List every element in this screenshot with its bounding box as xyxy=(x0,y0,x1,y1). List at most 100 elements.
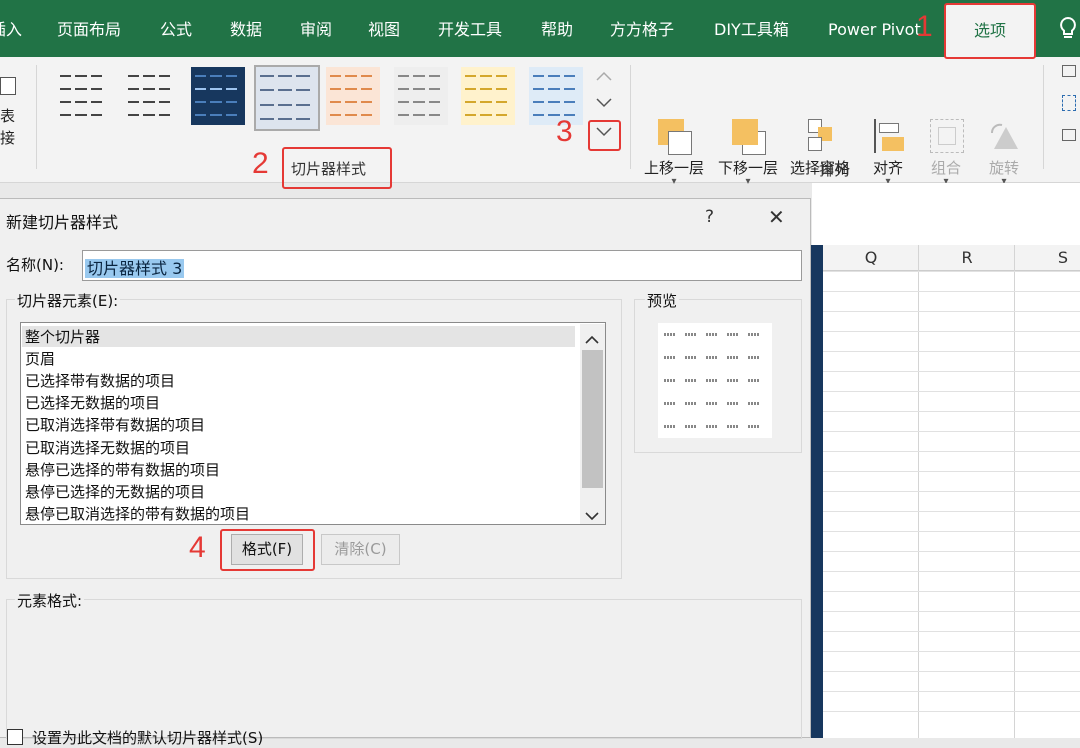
slicer-style-thumb[interactable] xyxy=(191,67,245,125)
ribbon: 表 接 3 2 切片器样式 上移一层 ▾ 下移一层 ▾ 选择窗格 对齐 ▾ 组合 ▾ xyxy=(0,57,1080,189)
thumb-line xyxy=(210,88,222,91)
preview-dash xyxy=(706,356,718,359)
lightbulb-icon[interactable] xyxy=(1058,16,1078,42)
align-button[interactable]: 对齐 ▾ xyxy=(872,119,904,187)
thumb-line xyxy=(210,114,222,117)
list-item[interactable]: 已选择带有数据的项目 xyxy=(25,370,175,391)
thumb-line xyxy=(158,75,170,77)
thumb-line xyxy=(495,88,507,91)
thumb-line xyxy=(296,75,310,77)
thumb-line xyxy=(495,101,507,104)
scroll-thumb[interactable] xyxy=(582,350,603,488)
thumb-line xyxy=(465,75,477,77)
thumb-line xyxy=(533,75,545,77)
group-button[interactable]: 组合 ▾ xyxy=(930,119,964,187)
gallery-scroll-up[interactable] xyxy=(592,63,616,90)
slicer-style-thumb[interactable] xyxy=(56,67,110,125)
tab-page-layout[interactable]: 页面布局 xyxy=(57,0,121,57)
list-item[interactable]: 悬停已选择的带有数据的项目 xyxy=(25,459,220,480)
grid-line xyxy=(823,531,1080,532)
list-item[interactable]: 已取消选择无数据的项目 xyxy=(25,437,190,458)
thumb-line xyxy=(533,101,545,104)
grid-line xyxy=(823,431,1080,432)
tab-data[interactable]: 数据 xyxy=(230,0,262,57)
ribbon-separator xyxy=(36,65,37,169)
tab-review[interactable]: 审阅 xyxy=(300,0,332,57)
align-label: 对齐 xyxy=(872,159,903,177)
thumb-line xyxy=(60,114,72,117)
thumb-line xyxy=(563,101,575,104)
preview-dash xyxy=(664,333,676,336)
thumb-line xyxy=(330,114,342,117)
list-item[interactable]: 整个切片器 xyxy=(22,326,575,347)
group-label: 组合 xyxy=(930,159,961,177)
list-item[interactable]: 悬停已取消选择的带有数据的项目 xyxy=(25,503,250,524)
thumb-line xyxy=(345,101,357,104)
tab-insert[interactable]: 插入 xyxy=(0,0,22,57)
scroll-up-icon[interactable] xyxy=(585,330,599,349)
grid-line xyxy=(823,671,1080,672)
list-item[interactable]: 已选择无数据的项目 xyxy=(25,392,160,413)
thumb-line xyxy=(75,88,87,91)
tab-view[interactable]: 视图 xyxy=(368,0,400,57)
slicer-style-gallery[interactable] xyxy=(40,57,592,137)
thumb-line xyxy=(195,101,207,104)
thumb-line xyxy=(296,118,310,121)
slicer-style-thumb[interactable] xyxy=(326,67,380,125)
annotation-number-4: 4 xyxy=(189,531,206,564)
list-scrollbar[interactable] xyxy=(580,324,605,524)
element-format-label: 元素格式: xyxy=(15,590,85,611)
column-header-q[interactable]: Q xyxy=(823,245,919,271)
tab-help[interactable]: 帮助 xyxy=(541,0,573,57)
column-header-s[interactable]: S xyxy=(1015,245,1080,271)
slicer-preview xyxy=(658,323,772,438)
gallery-scroll-down[interactable] xyxy=(592,90,616,117)
thumb-line xyxy=(60,75,72,77)
slicer-style-thumb[interactable] xyxy=(461,67,515,125)
preview-dash xyxy=(706,402,718,405)
thumb-line xyxy=(128,88,140,91)
tab-developer[interactable]: 开发工具 xyxy=(438,0,502,57)
slicer-elements-list[interactable]: 整个切片器 页眉 已选择带有数据的项目 已选择无数据的项目 已取消选择带有数据的… xyxy=(20,322,606,525)
tab-power-pivot[interactable]: Power Pivot xyxy=(828,0,921,57)
list-item[interactable]: 页眉 xyxy=(25,348,55,369)
tab-diy-toolbox[interactable]: DIY工具箱 xyxy=(714,0,789,57)
rotate-button[interactable]: 旋转 ▾ xyxy=(988,119,1020,187)
thumb-line xyxy=(90,101,102,104)
preview-label: 预览 xyxy=(645,290,680,311)
close-icon[interactable]: ✕ xyxy=(768,205,785,229)
tab-formulas[interactable]: 公式 xyxy=(160,0,192,57)
thumb-line xyxy=(480,75,492,77)
help-icon[interactable]: ? xyxy=(705,207,714,227)
grid-line xyxy=(823,271,1080,272)
grid-line xyxy=(823,371,1080,372)
tab-fangfang[interactable]: 方方格子 xyxy=(610,0,674,57)
thumb-line xyxy=(563,75,575,77)
rotate-icon xyxy=(988,119,1020,153)
style-name-input[interactable]: 切片器样式 3 xyxy=(82,250,802,281)
thumb-line xyxy=(413,88,425,91)
slicer-style-thumb[interactable] xyxy=(124,67,178,125)
list-item[interactable]: 悬停已选择的无数据的项目 xyxy=(25,481,205,502)
slicer-style-thumb[interactable] xyxy=(394,67,448,125)
bring-forward-button[interactable]: 上移一层 ▾ xyxy=(644,119,704,187)
preview-dash xyxy=(727,356,739,359)
default-style-checkbox[interactable] xyxy=(7,729,23,745)
column-header-r[interactable]: R xyxy=(919,245,1015,271)
send-backward-label: 下移一层 xyxy=(718,159,779,177)
thumb-line xyxy=(210,101,222,104)
partial-tool-label[interactable]: 表 接 xyxy=(0,105,15,149)
clear-button[interactable]: 清除(C) xyxy=(321,534,400,565)
grid-line xyxy=(823,631,1080,632)
scroll-down-icon[interactable] xyxy=(585,506,599,525)
thumb-line xyxy=(345,75,357,77)
thumb-line xyxy=(533,114,545,117)
thumb-line xyxy=(398,88,410,91)
list-item[interactable]: 已取消选择带有数据的项目 xyxy=(25,414,205,435)
send-backward-button[interactable]: 下移一层 ▾ xyxy=(718,119,778,187)
preview-dash xyxy=(706,425,718,428)
slicer-style-thumb-selected[interactable] xyxy=(254,65,320,131)
size-tool-icon[interactable] xyxy=(1060,65,1078,145)
thumb-line xyxy=(495,114,507,117)
dialog-title: 新建切片器样式 xyxy=(6,213,119,232)
